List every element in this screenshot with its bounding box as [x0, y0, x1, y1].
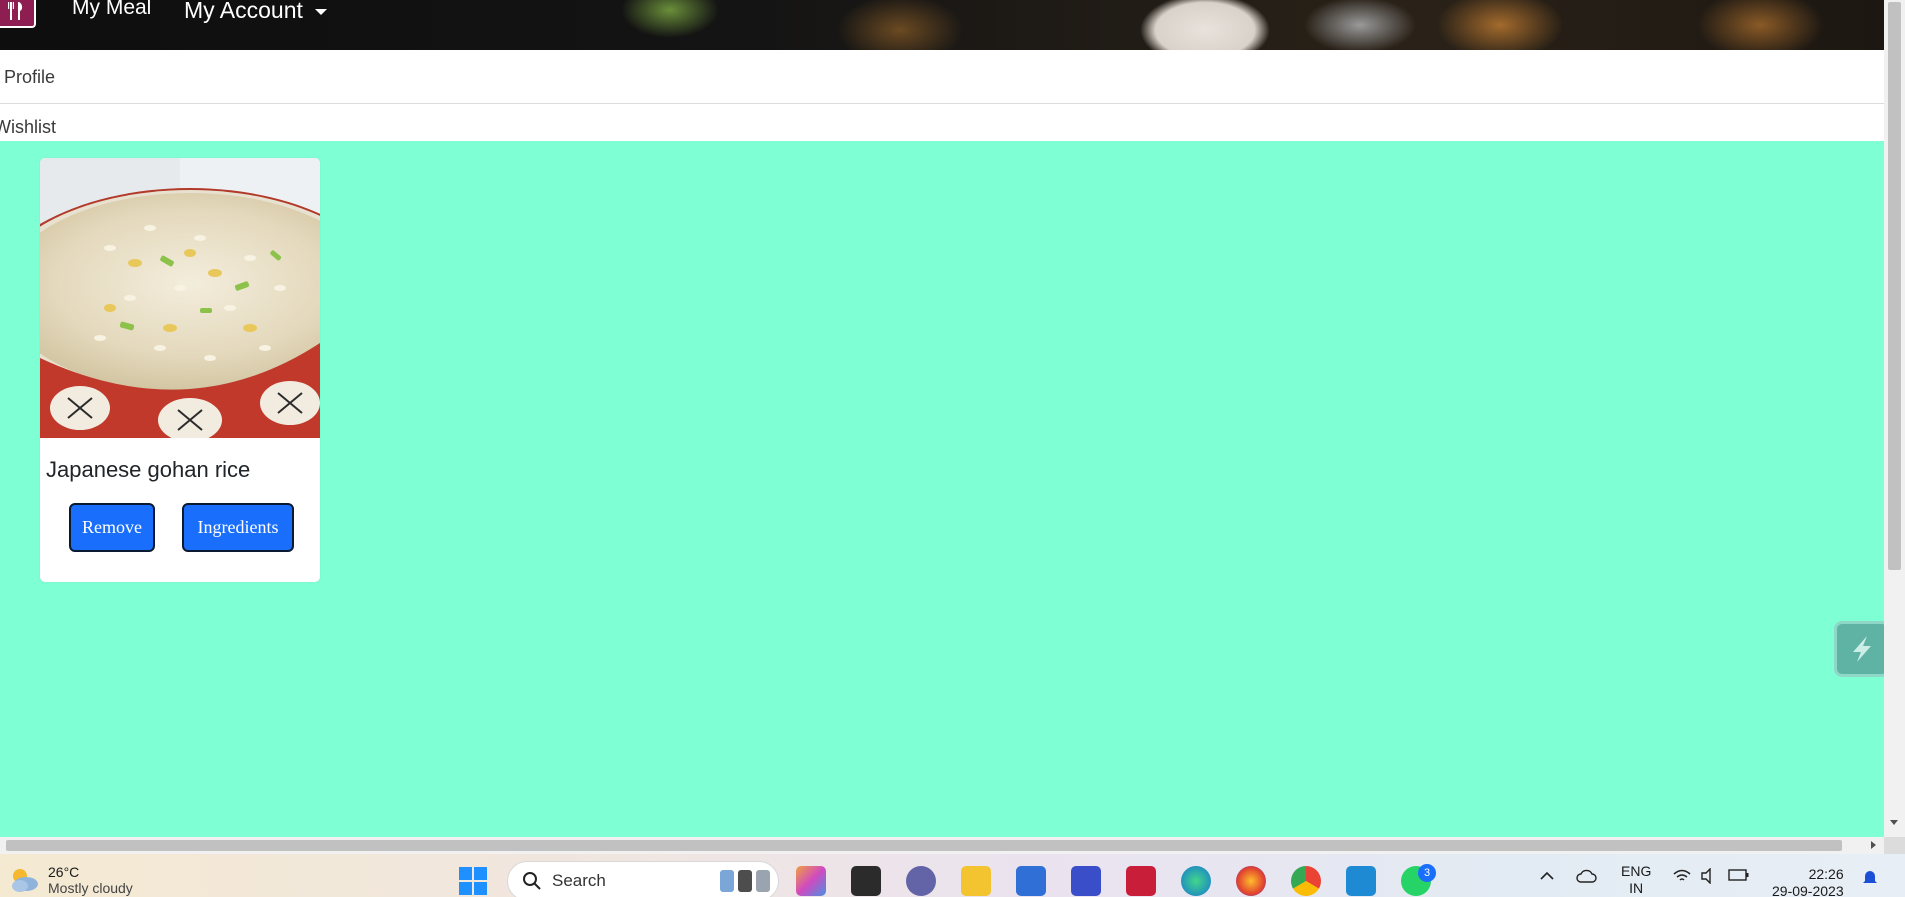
ingredients-button[interactable]: Ingredients: [182, 503, 294, 552]
weather-condition: Mostly cloudy: [48, 880, 133, 896]
vertical-scrollbar[interactable]: [1884, 0, 1905, 837]
volume-icon[interactable]: [1700, 867, 1718, 887]
fork-knife-icon: [8, 2, 23, 20]
clock-time: 22:26: [1808, 866, 1844, 882]
taskbar-search[interactable]: Search: [507, 861, 779, 897]
chevron-up-icon[interactable]: [1540, 868, 1554, 884]
onedrive-cloud-icon[interactable]: [1576, 868, 1598, 887]
vscode-app-icon[interactable]: [1346, 866, 1376, 896]
brand-logo-icon[interactable]: [0, 0, 36, 28]
search-placeholder: Search: [552, 871, 606, 890]
weather-temperature: 26°C: [48, 864, 80, 880]
card-title: Japanese gohan rice: [46, 457, 251, 482]
lightning-icon: [1853, 636, 1871, 662]
scroll-down-icon[interactable]: [1890, 820, 1898, 825]
vertical-scroll-thumb[interactable]: [1888, 2, 1901, 570]
weather-widget[interactable]: 26°C Mostly cloudy: [8, 864, 133, 896]
floating-assistant-button[interactable]: [1834, 621, 1890, 677]
edge-browser-icon[interactable]: [1181, 866, 1211, 896]
notification-bell-icon[interactable]: [1862, 868, 1878, 889]
windows-start-icon[interactable]: [458, 866, 488, 896]
top-navbar: My Meal My Account: [0, 0, 1884, 50]
language-code: ENG: [1621, 863, 1652, 879]
my-account-dropdown[interactable]: My Account: [184, 0, 327, 24]
search-icon: [523, 872, 541, 890]
mcafee-shield-icon[interactable]: [1126, 866, 1156, 896]
wishlist-card: Japanese gohan rice Remove Ingredients: [40, 158, 320, 582]
battery-icon[interactable]: [1728, 868, 1750, 885]
file-explorer-icon[interactable]: [961, 866, 991, 896]
rice-bowl-image: [40, 158, 320, 438]
search-highlight-icon: [720, 870, 770, 892]
copilot-app-icon[interactable]: [796, 866, 826, 896]
wishlist-title: Wishlist: [0, 117, 56, 137]
wishlist-header: Wishlist: [0, 104, 1884, 141]
scrollbar-corner: [1884, 837, 1905, 854]
brand-name[interactable]: My Meal: [72, 0, 151, 20]
mcafee-app-icon[interactable]: [1071, 866, 1101, 896]
food-image: [40, 158, 320, 438]
profile-bar: Profile: [0, 50, 1884, 104]
language-indicator[interactable]: ENG IN: [1621, 863, 1651, 897]
language-region: IN: [1629, 880, 1644, 896]
system-clock[interactable]: 22:26 29-09-2023: [1772, 866, 1844, 897]
clock-date: 29-09-2023: [1772, 883, 1844, 897]
scroll-right-icon[interactable]: [1871, 841, 1876, 849]
chevron-down-icon: [314, 8, 327, 15]
teams-app-icon[interactable]: [906, 866, 936, 896]
cloudy-weather-icon: [12, 869, 38, 892]
microsoft-store-icon[interactable]: [1016, 866, 1046, 896]
chrome-browser-icon[interactable]: [1291, 866, 1321, 896]
taskbar: 26°C Mostly cloudy Search 3 ENG IN 22:26…: [0, 854, 1905, 897]
horizontal-scroll-thumb[interactable]: [6, 840, 1842, 851]
remove-button[interactable]: Remove: [69, 503, 155, 552]
whatsapp-unread-badge: 3: [1418, 864, 1436, 882]
firefox-browser-icon[interactable]: [1236, 866, 1266, 896]
horizontal-scrollbar[interactable]: [0, 837, 1884, 854]
task-view-icon[interactable]: [851, 866, 881, 896]
profile-link[interactable]: Profile: [4, 67, 55, 88]
wifi-icon[interactable]: [1672, 868, 1692, 887]
my-account-label: My Account: [184, 0, 303, 23]
